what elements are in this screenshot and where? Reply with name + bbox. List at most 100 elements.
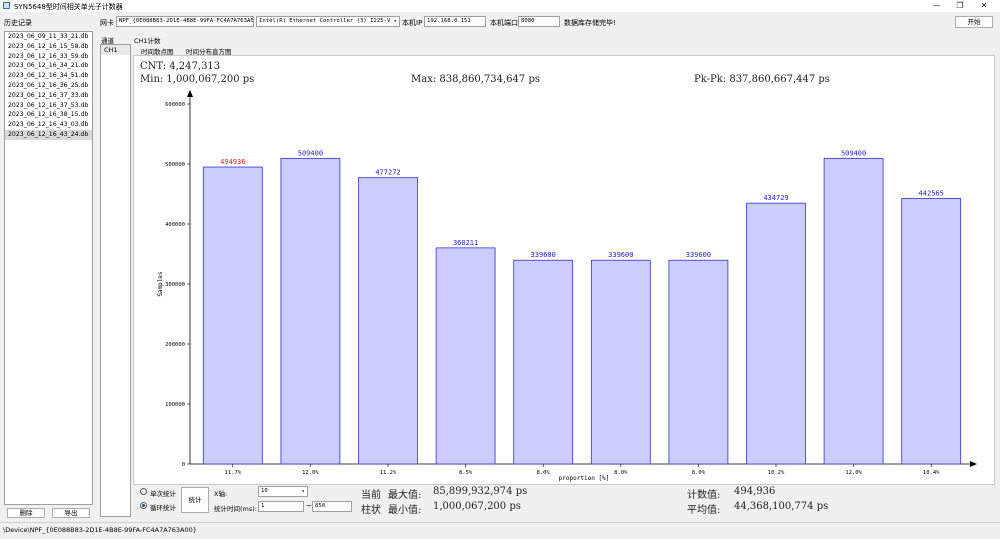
chevron-down-icon: ▾ <box>393 18 397 25</box>
count-label: 计数值: <box>687 490 721 501</box>
bar-value-label: 442565 <box>919 189 944 197</box>
bar-value-label: 339600 <box>608 251 633 259</box>
min-value: 1,000,067,200 ps <box>433 501 521 512</box>
y-tick-label: 500000 <box>165 162 185 168</box>
export-button[interactable]: 导出 <box>52 508 90 518</box>
history-item[interactable]: 2023_06_12_16_38_15.db <box>5 110 92 120</box>
nic-label: 网卡 <box>100 19 114 27</box>
histogram-bar <box>823 157 884 465</box>
x-tick-label: 8.0% <box>537 470 551 476</box>
y-tick-label: 200000 <box>165 342 185 348</box>
average-value: 44,368,100,774 ps <box>734 501 829 512</box>
minimize-icon[interactable]: — <box>931 1 943 11</box>
y-tick-label: 400000 <box>165 222 185 228</box>
x-axis-label: proportion [%] <box>559 475 610 482</box>
close-icon[interactable]: ✕ <box>978 1 990 11</box>
y-axis-arrow-icon <box>187 90 193 97</box>
histogram-bar <box>202 166 263 465</box>
maximize-icon[interactable]: ❐ <box>954 1 966 11</box>
history-label: 历史记录 <box>4 19 32 27</box>
time-from-field[interactable]: 1 <box>258 501 304 512</box>
histogram-bar <box>280 157 341 465</box>
adapter-value: Intel(R) Ethernet Controller (3) I225-V <box>259 18 391 24</box>
min-value-label: 最小值: <box>388 505 422 516</box>
history-item[interactable]: 2023_06_12_16_36_25.db <box>5 81 92 91</box>
time-separator: ~ <box>306 502 312 510</box>
x-tick-label: 8.0% <box>692 470 706 476</box>
xaxis-select[interactable]: 10 ▾ <box>258 486 308 497</box>
bar-value-label: 434729 <box>763 194 788 202</box>
app-icon <box>3 2 10 9</box>
history-list[interactable]: 2023_06_09_11_33_21.db 2023_06_12_16_15_5… <box>4 31 93 505</box>
current-label: 当前 <box>361 490 381 501</box>
max-value-label: 最大值: <box>388 490 422 501</box>
bar-value-label: 509400 <box>841 149 866 157</box>
history-item[interactable]: 2023_06_09_11_33_21.db <box>5 32 92 42</box>
history-item[interactable]: 2023_06_12_16_37_53.db <box>5 101 92 111</box>
tab-ch1-count[interactable]: CH1计数 <box>134 35 161 45</box>
histogram-bar <box>358 177 418 465</box>
x-tick-label: 8.0% <box>614 470 628 476</box>
history-item[interactable]: 2023_06_12_16_34_51.db <box>5 71 92 81</box>
start-button[interactable]: 开始 <box>955 16 993 28</box>
history-item[interactable]: 2023_06_12_16_34_21.db <box>5 61 92 71</box>
histogram-panel: CNT: 4,247,313 Min: 1,000,067,200 ps Max… <box>133 55 995 485</box>
histogram-bar <box>668 259 729 465</box>
histogram-bar <box>590 259 651 465</box>
y-axis-label: Samples <box>157 271 164 297</box>
history-item[interactable]: 2023_06_12_16_33_59.db <box>5 52 92 62</box>
bar-value-label: 339600 <box>531 251 556 259</box>
histogram-bar <box>746 202 806 465</box>
time-label: 统计时间(ms): <box>214 505 257 513</box>
cnt-stat: CNT: 4,247,313 <box>140 61 221 72</box>
x-tick-label: 10.4% <box>923 470 940 476</box>
x-tick-label: 10.2% <box>768 470 785 476</box>
max-value: 85,899,932,974 ps <box>433 486 528 497</box>
bar-value-label: 477272 <box>375 169 400 177</box>
port-field[interactable]: 8080 <box>518 16 560 27</box>
status-text: 数据库存储完毕! <box>564 19 616 27</box>
bar-value-label: 494936 <box>220 158 245 166</box>
x-tick-label: 8.5% <box>459 470 473 476</box>
single-radio[interactable] <box>140 488 147 495</box>
loop-radio[interactable] <box>140 502 147 509</box>
xaxis-label: X轴: <box>214 490 228 498</box>
delete-button[interactable]: 删除 <box>7 508 45 518</box>
title-bar: SYN5648型时间相关单光子计数器 — ❐ ✕ <box>0 0 1000 12</box>
history-item[interactable]: 2023_06_12_16_43_24.db <box>5 129 92 140</box>
pkpk-stat: Pk-Pk: 837,860,667,447 ps <box>694 74 830 85</box>
bar-value-label: 339600 <box>686 251 711 259</box>
histogram-label: 柱状 <box>361 505 381 516</box>
history-item[interactable]: 2023_06_12_16_37_33.db <box>5 91 92 101</box>
ip-field[interactable]: 192.168.0.151 <box>424 16 486 27</box>
max-stat: Max: 838,860,734,647 ps <box>411 74 540 85</box>
channel-list[interactable]: CH1 <box>100 44 131 517</box>
min-stat: Min: 1,000,067,200 ps <box>140 74 255 85</box>
single-label: 单次统计 <box>150 490 176 498</box>
y-tick-label: 300000 <box>165 282 185 288</box>
device-path: \Device\NPF_{0E088B83-2D1E-4B8E-99FA-FC4… <box>3 526 197 534</box>
adapter-select[interactable]: Intel(R) Ethernet Controller (3) I225-V … <box>256 16 400 27</box>
bar-value-label: 509400 <box>298 149 323 157</box>
window-title: SYN5648型时间相关单光子计数器 <box>14 3 123 11</box>
chevron-down-icon: ▾ <box>301 488 305 495</box>
status-bar: \Device\NPF_{0E088B83-2D1E-4B8E-99FA-FC4… <box>0 522 1000 539</box>
histogram-chart: 0 100000 200000 300000 400000 500000 600000 49… <box>157 90 977 482</box>
time-to-field[interactable]: 850 <box>312 501 352 512</box>
x-tick-label: 12.0% <box>302 470 319 476</box>
x-axis-arrow-icon <box>970 461 977 467</box>
histogram-bar <box>435 247 496 465</box>
average-label: 平均值: <box>687 505 721 516</box>
y-tick-label: 100000 <box>165 402 185 408</box>
stat-button[interactable]: 统计 <box>181 487 209 513</box>
histogram-bar <box>513 259 574 465</box>
nic-field[interactable]: NPF_{0E088B83-2D1E-4B8E-99FA-FC4A7A763A0… <box>116 16 254 27</box>
y-tick-label: 0 <box>182 462 185 468</box>
channel-item-ch1[interactable]: CH1 <box>101 45 130 55</box>
x-tick-label: 11.7% <box>225 470 242 476</box>
history-item[interactable]: 2023_06_12_16_15_58.db <box>5 42 92 52</box>
x-tick-label: 12.0% <box>845 470 862 476</box>
count-value: 494,936 <box>734 486 776 497</box>
histogram-bar <box>901 198 962 465</box>
history-item[interactable]: 2023_06_12_16_43_03.db <box>5 120 92 130</box>
